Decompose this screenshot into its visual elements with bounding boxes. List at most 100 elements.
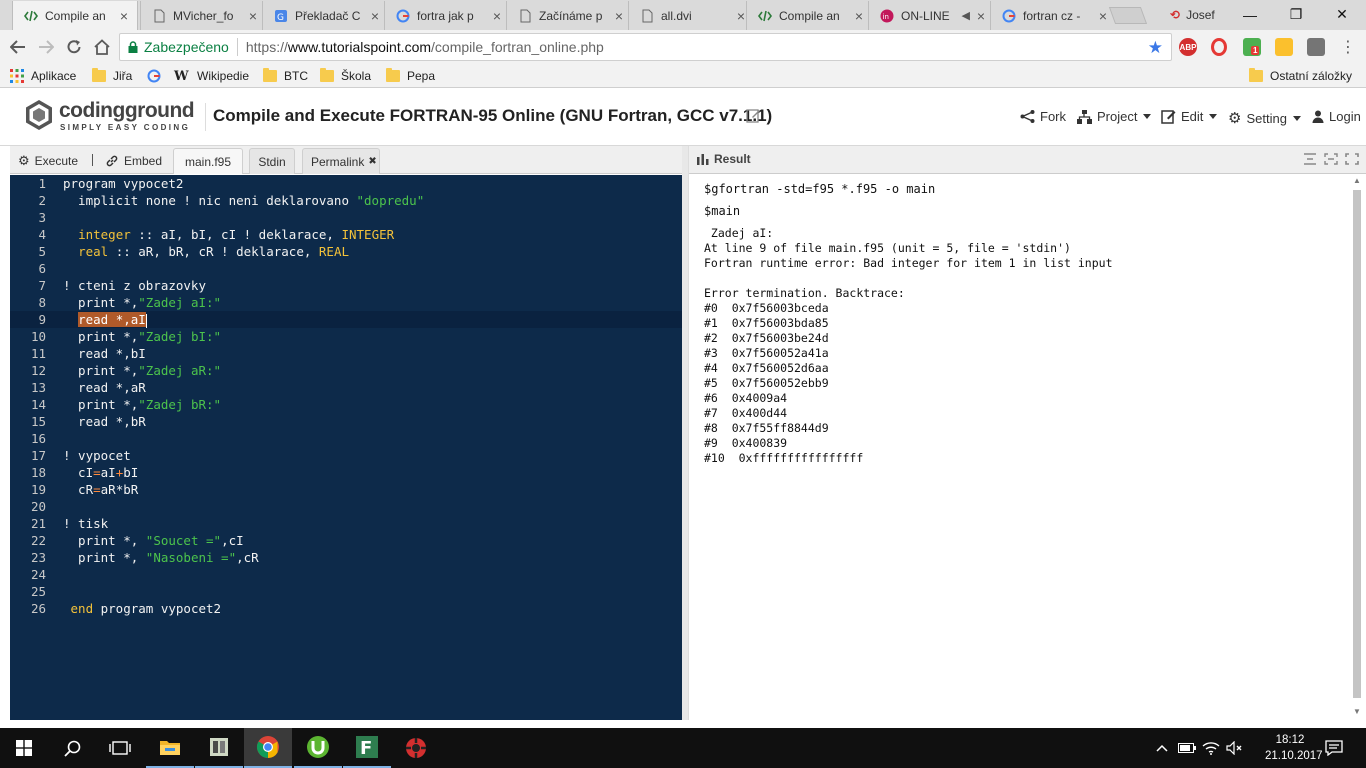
code-line[interactable]: 1 program vypocet2 [10,175,682,192]
address-bar[interactable]: Zabezpečeno https://www.tutorialspoint.c… [119,33,1172,61]
task-view-button[interactable] [96,728,144,768]
expand-icon[interactable] [1323,152,1339,166]
close-icon[interactable]: ✖ [368,156,376,167]
chrome-button[interactable] [244,728,292,768]
code-line[interactable]: 18 cI=aI+bI [10,464,682,481]
code-line[interactable]: 4 integer :: aI, bI, cI ! deklarace, INT… [10,226,682,243]
adblock-icon[interactable]: ABP [1179,38,1197,56]
extension-icon[interactable] [1307,38,1325,56]
setting-menu[interactable]: ⚙ Setting [1228,109,1301,127]
reload-button[interactable] [62,36,86,58]
bookmark-item[interactable]: Aplikace [10,67,76,85]
close-window-button[interactable]: ✕ [1319,0,1365,29]
code-line[interactable]: 11 read *,bI [10,345,682,362]
code-line[interactable]: 8 print *,"Zadej aI:" [10,294,682,311]
tray-chevron-icon[interactable] [1152,728,1172,768]
browser-tab[interactable]: fortra jak p × [384,1,510,30]
close-tab-icon[interactable]: × [246,9,260,23]
bookmark-folder[interactable]: BTC [263,67,308,85]
code-line[interactable]: 13 read *,aR [10,379,682,396]
code-line[interactable]: 19 cR=aR*bR [10,481,682,498]
code-line[interactable]: 6 [10,260,682,277]
new-tab-button[interactable] [1108,7,1148,24]
code-editor[interactable]: 1 program vypocet2 2 implicit none ! nic … [10,175,682,720]
chrome-menu-button[interactable]: ⋮ [1336,36,1360,58]
code-line[interactable]: 14 print *,"Zadej bR:" [10,396,682,413]
action-center-icon[interactable] [1322,728,1346,768]
back-button[interactable] [6,36,30,58]
tab-stdin[interactable]: Stdin [249,148,295,174]
code-line-current[interactable]: 9 read *,aI [10,311,682,328]
browser-tab[interactable]: fortran cz - × [990,1,1116,30]
extension-puzzle-icon[interactable]: 1 [1243,38,1261,56]
browser-tab[interactable]: G Překladač C × [262,1,388,30]
app-button[interactable] [195,728,243,768]
secure-indicator[interactable]: Zabezpečeno [128,39,229,55]
other-bookmarks[interactable]: Ostatní záložky [1249,67,1352,85]
close-tab-icon[interactable]: × [368,9,382,23]
bookmark-folder[interactable]: Jiřa [92,67,132,85]
codingground-logo[interactable]: codingground SIMPLY EASY CODING [24,99,195,137]
close-tab-icon[interactable]: × [852,9,866,23]
bookmark-folder[interactable]: Škola [320,67,371,85]
bookmark-item[interactable] [147,67,168,85]
code-line[interactable]: 5 real :: aR, bR, cR ! deklarace, REAL [10,243,682,260]
result-scrollbar[interactable]: ▲ ▼ [1352,176,1362,716]
browser-tab[interactable]: MVicher_fo × [140,1,266,30]
opera-icon[interactable] [1211,38,1227,56]
code-line[interactable]: 25 [10,583,682,600]
execute-button[interactable]: ⚙ Execute [10,148,86,174]
code-line[interactable]: 15 read *,bR [10,413,682,430]
forward-button[interactable] [34,36,58,58]
code-line[interactable]: 26 end program vypocet2 [10,600,682,617]
extension-icon[interactable] [1275,38,1293,56]
fork-menu[interactable]: Fork [1020,109,1066,124]
browser-tab[interactable]: Compile an × [12,1,138,30]
battery-icon[interactable] [1176,728,1198,768]
volume-muted-icon[interactable] [1224,728,1246,768]
profile-button[interactable]: ⟲ Josef [1170,5,1215,25]
project-menu[interactable]: Project [1077,109,1152,124]
close-tab-icon[interactable]: × [974,9,988,23]
code-line[interactable]: 20 [10,498,682,515]
code-line[interactable]: 3 [10,209,682,226]
utorrent-button[interactable] [294,728,342,768]
code-line[interactable]: 2 implicit none ! nic neni deklarovano "… [10,192,682,209]
browser-tab[interactable]: in ON-LINE ◀ × [868,1,994,30]
tab-permalink[interactable]: Permalink ✖ [302,148,380,174]
close-tab-icon[interactable]: × [490,9,504,23]
code-line[interactable]: 12 print *,"Zadej aR:" [10,362,682,379]
edit-menu[interactable]: Edit [1161,109,1218,124]
login-link[interactable]: Login [1312,109,1361,124]
browser-tab[interactable]: all.dvi × [628,1,754,30]
code-line[interactable]: 24 [10,566,682,583]
close-tab-icon[interactable]: × [117,9,131,23]
edit-title-icon[interactable] [746,108,761,126]
tab-main-file[interactable]: main.f95 [173,148,243,174]
bookmark-folder[interactable]: Pepa [386,67,435,85]
close-tab-icon[interactable]: × [612,9,626,23]
bookmark-item[interactable]: W Wikipedie [174,67,249,85]
scroll-down-icon[interactable]: ▼ [1352,707,1362,716]
browser-tab[interactable]: Začínáme p × [506,1,632,30]
home-button[interactable] [90,36,114,58]
code-line[interactable]: 21! tisk [10,515,682,532]
search-button[interactable] [48,728,96,768]
code-line[interactable]: 22 print *, "Soucet =",cI [10,532,682,549]
embed-button[interactable]: Embed [97,148,170,174]
speaker-icon[interactable]: ◀ [962,9,970,22]
bookmark-star-icon[interactable]: ★ [1148,38,1163,58]
fullscreen-icon[interactable] [1344,152,1360,166]
scroll-thumb[interactable] [1353,190,1361,698]
code-line[interactable]: 23 print *, "Nasobeni =",cR [10,549,682,566]
scroll-up-icon[interactable]: ▲ [1352,176,1362,185]
code-line[interactable]: 16 [10,430,682,447]
code-line[interactable]: 10 print *,"Zadej bI:" [10,328,682,345]
f-app-button[interactable]: F [343,728,391,768]
minimize-button[interactable]: — [1227,0,1273,29]
close-tab-icon[interactable]: × [1096,9,1110,23]
red-app-button[interactable] [392,728,440,768]
browser-tab[interactable]: Compile an × [746,1,872,30]
file-explorer-button[interactable] [146,728,194,768]
code-line[interactable]: 7! cteni z obrazovky [10,277,682,294]
